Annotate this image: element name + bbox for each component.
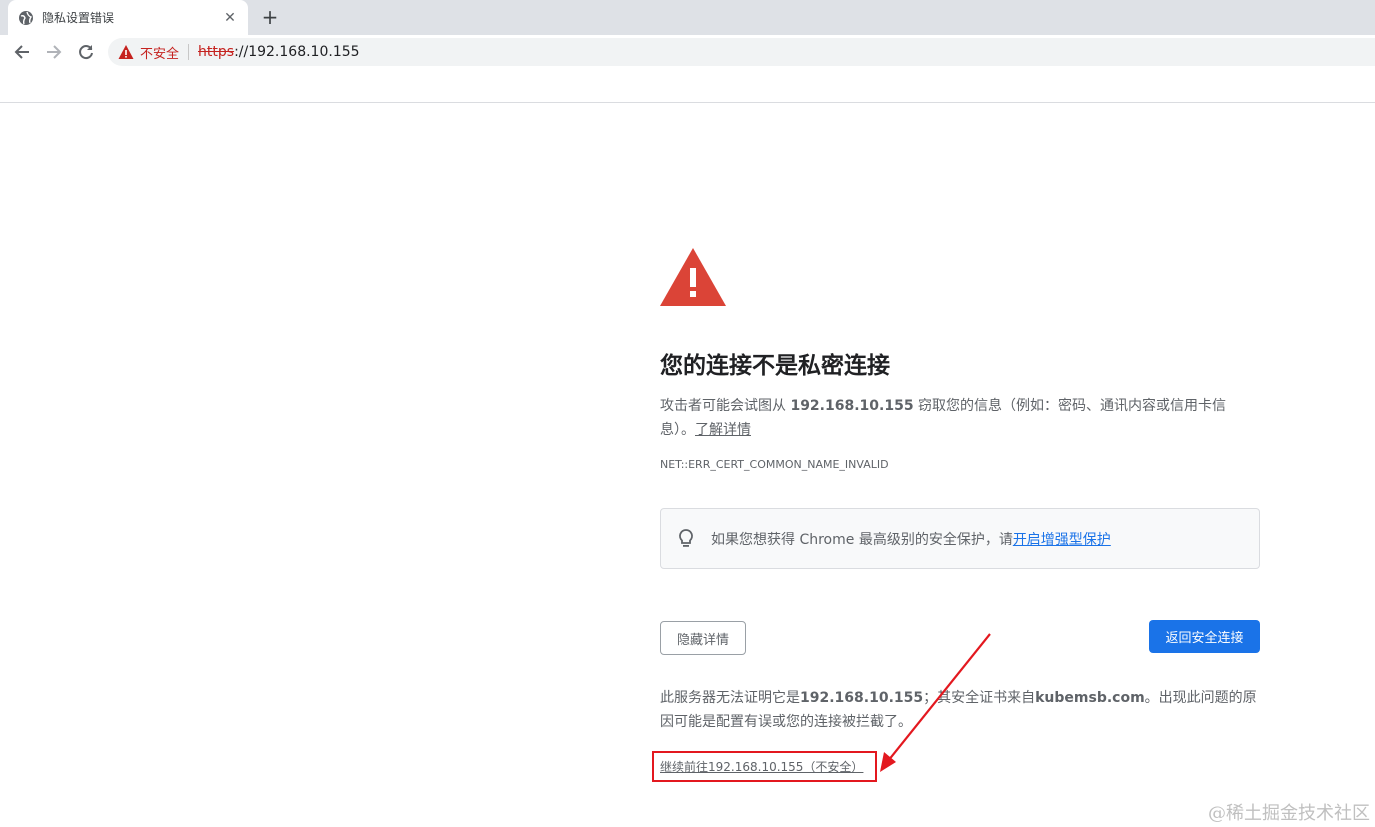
hide-details-button[interactable]: 隐藏详情 bbox=[660, 621, 746, 655]
error-code: NET::ERR_CERT_COMMON_NAME_INVALID bbox=[660, 458, 889, 471]
learn-more-link[interactable]: 了解详情 bbox=[695, 422, 751, 438]
annotation-arrow bbox=[880, 633, 991, 772]
back-arrow-icon[interactable] bbox=[9, 39, 35, 65]
description: 攻击者可能会试图从 192.168.10.155 窃取您的信息（例如：密码、通讯… bbox=[660, 394, 1250, 442]
tab-title: 隐私设置错误 bbox=[42, 11, 115, 25]
desc-host: 192.168.10.155 bbox=[790, 398, 914, 414]
security-status[interactable]: 不安全 bbox=[140, 43, 179, 62]
warning-icon bbox=[118, 45, 134, 59]
toolbar-divider bbox=[0, 102, 1375, 103]
lightbulb-icon bbox=[679, 528, 693, 547]
desc-prefix: 攻击者可能会试图从 bbox=[660, 398, 791, 414]
url-host: ://192.168.10.155 bbox=[234, 44, 360, 60]
globe-icon bbox=[19, 10, 33, 25]
tab-privacy-error[interactable]: 隐私设置错误 ✕ bbox=[8, 0, 248, 35]
details-domain: kubemsb.com bbox=[1035, 690, 1145, 706]
watermark: @稀土掘金技术社区 bbox=[1208, 803, 1370, 824]
close-icon[interactable]: ✕ bbox=[222, 10, 238, 26]
url-scheme: https bbox=[198, 44, 235, 60]
address-bar[interactable]: 不安全 https://192.168.10.155 bbox=[108, 38, 1375, 66]
tab-strip: 隐私设置错误 ✕ + bbox=[0, 0, 1375, 35]
enhanced-text: 如果您想获得 Chrome 最高级别的安全保护，请 bbox=[711, 531, 1013, 548]
plus-icon[interactable]: + bbox=[258, 6, 282, 30]
warning-icon bbox=[660, 248, 726, 306]
back-to-safety-button[interactable]: 返回安全连接 bbox=[1149, 620, 1260, 653]
annotation-highlight-box bbox=[652, 751, 877, 782]
page-title: 您的连接不是私密连接 bbox=[660, 353, 890, 379]
omnibox-separator bbox=[188, 44, 190, 60]
reload-icon[interactable] bbox=[73, 39, 99, 65]
enhanced-protection-link[interactable]: 开启增强型保护 bbox=[1013, 529, 1111, 549]
forward-arrow-icon[interactable] bbox=[41, 39, 67, 65]
enhanced-protection-box: 如果您想获得 Chrome 最高级别的安全保护，请 开启增强型保护 bbox=[660, 508, 1260, 569]
details-part-1: 此服务器无法证明它是 bbox=[660, 690, 800, 706]
toolbar: 不安全 https://192.168.10.155 bbox=[0, 35, 1375, 68]
